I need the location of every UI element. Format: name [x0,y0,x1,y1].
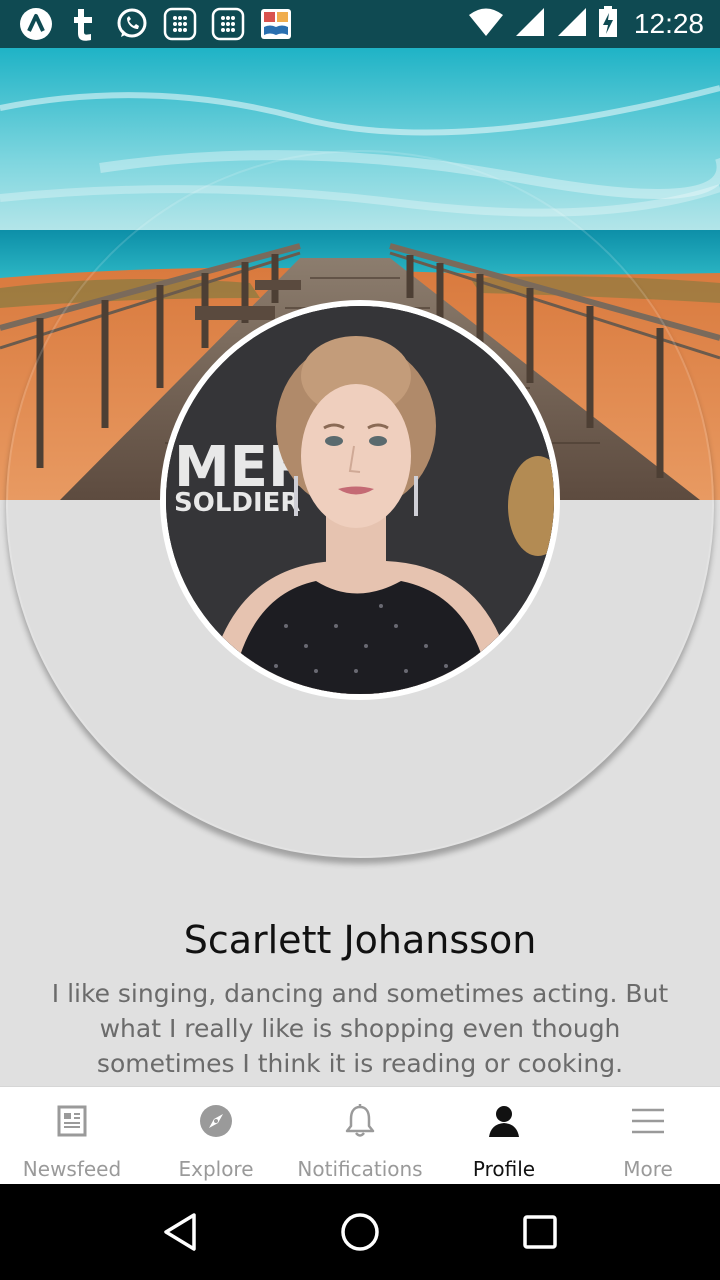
dialpad-app-icon-2 [210,6,246,42]
bell-icon [342,1103,378,1139]
wifi-icon [468,7,504,41]
tab-label: More [623,1157,673,1181]
tab-label: Newsfeed [22,1157,122,1181]
profile-bio: I like singing, dancing and sometimes ac… [51,979,669,1078]
book-app-icon [258,6,294,42]
tab-label: Notifications [297,1157,423,1181]
tab-label: Explore [178,1157,254,1181]
tab-label: Profile [472,1157,536,1181]
newspaper-icon [54,1103,90,1139]
recents-icon[interactable] [516,1208,564,1256]
avatar[interactable]: MERIC SOLDIER [160,300,560,700]
profile-screen: 12:28 MERIC SOLDIER Scarlett Johansson I… [0,0,720,1280]
svg-text:SOLDIER: SOLDIER [174,488,300,518]
signal-icon [514,7,546,41]
profile-name: Scarlett Johansson [183,918,537,962]
tab-more[interactable]: More [576,1087,720,1184]
tab-profile[interactable]: Profile [432,1087,576,1184]
signal-icon-2 [556,7,588,41]
tab-newsfeed[interactable]: Newsfeed [0,1087,144,1184]
arc-app-icon [18,6,54,42]
bottom-tab-bar: Newsfeed Explore Notifications Profile M… [0,1086,720,1184]
status-bar: 12:28 [0,0,720,48]
menu-icon [630,1103,666,1139]
dialpad-app-icon [162,6,198,42]
system-navigation-bar [0,1184,720,1280]
clock: 12:28 [633,8,704,39]
person-icon [486,1103,522,1139]
whatsapp-icon [114,6,150,42]
compass-icon [198,1103,234,1139]
back-icon[interactable] [156,1208,204,1256]
home-icon[interactable] [336,1208,384,1256]
tab-explore[interactable]: Explore [144,1087,288,1184]
battery-charging-icon [598,6,618,42]
tab-notifications[interactable]: Notifications [288,1087,432,1184]
tumblr-icon [66,6,102,42]
